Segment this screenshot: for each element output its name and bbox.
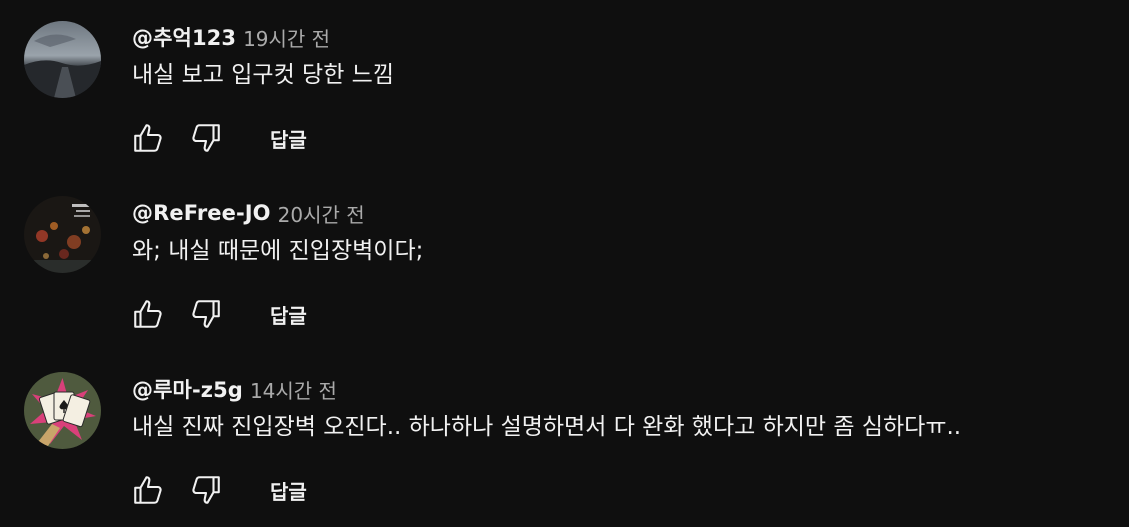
reply-button[interactable]: 답글 bbox=[270, 476, 307, 505]
dislike-button[interactable] bbox=[184, 116, 228, 160]
avatar-landscape-image bbox=[24, 21, 101, 98]
comment-header: @루마-z5g 14시간 전 bbox=[132, 374, 337, 404]
comment-text: 내실 보고 입구컷 당한 느낌 bbox=[132, 62, 395, 88]
timestamp[interactable]: 19시간 전 bbox=[243, 23, 330, 52]
author-name[interactable]: @루마-z5g bbox=[132, 374, 243, 404]
comment-actions: 답글 bbox=[126, 468, 307, 512]
thumbs-down-icon bbox=[192, 124, 220, 152]
timestamp[interactable]: 20시간 전 bbox=[278, 199, 365, 228]
reply-button[interactable]: 답글 bbox=[270, 124, 307, 153]
comment-header: @추억123 19시간 전 bbox=[132, 22, 330, 52]
comment-actions: 답글 bbox=[126, 116, 307, 160]
avatar-playing-cards-image bbox=[24, 372, 101, 449]
like-button[interactable] bbox=[126, 292, 170, 336]
comment-actions: 답글 bbox=[126, 292, 307, 336]
thumbs-up-icon bbox=[134, 300, 162, 328]
dislike-button[interactable] bbox=[184, 468, 228, 512]
avatar-night-lights-image bbox=[24, 196, 101, 273]
comment-thread: @ReFree-JO 20시간 전 와; 내실 때문에 진입장벽이다; 답글 bbox=[0, 196, 1129, 358]
comment-text: 내실 진짜 진입장벽 오진다.. 하나하나 설명하면서 다 완화 했다고 하지만… bbox=[132, 414, 962, 440]
author-name[interactable]: @추억123 bbox=[132, 22, 236, 52]
thumbs-up-icon bbox=[134, 124, 162, 152]
thumbs-down-icon bbox=[192, 476, 220, 504]
thumbs-down-icon bbox=[192, 300, 220, 328]
author-name[interactable]: @ReFree-JO bbox=[132, 201, 271, 225]
like-button[interactable] bbox=[126, 468, 170, 512]
avatar[interactable] bbox=[24, 372, 101, 449]
thumbs-up-icon bbox=[134, 476, 162, 504]
comment-header: @ReFree-JO 20시간 전 bbox=[132, 198, 365, 228]
comment-text: 와; 내실 때문에 진입장벽이다; bbox=[132, 238, 424, 264]
reply-button[interactable]: 답글 bbox=[270, 300, 307, 329]
comment-list: @추억123 19시간 전 내실 보고 입구컷 당한 느낌 답글 @ReFree… bbox=[0, 0, 1129, 527]
comment-thread: @루마-z5g 14시간 전 내실 진짜 진입장벽 오진다.. 하나하나 설명하… bbox=[0, 372, 1129, 527]
dislike-button[interactable] bbox=[184, 292, 228, 336]
timestamp[interactable]: 14시간 전 bbox=[250, 375, 337, 404]
comment-thread: @추억123 19시간 전 내실 보고 입구컷 당한 느낌 답글 bbox=[0, 21, 1129, 182]
avatar[interactable] bbox=[24, 21, 101, 98]
avatar[interactable] bbox=[24, 196, 101, 273]
like-button[interactable] bbox=[126, 116, 170, 160]
